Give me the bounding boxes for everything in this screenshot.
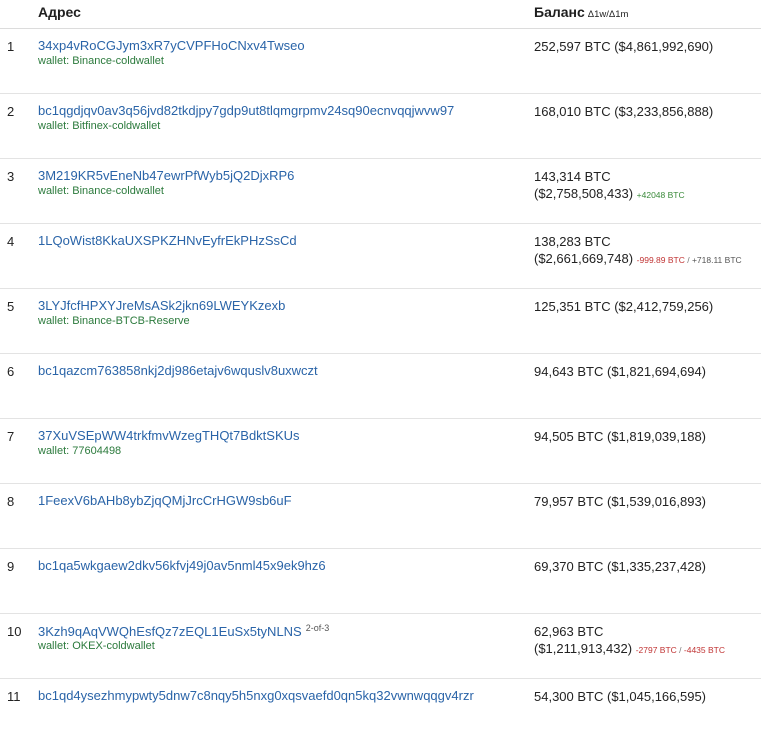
address-link[interactable]: 37XuVSEpWW4trkfmvWzegTHQt7BdktSKUs: [38, 428, 300, 443]
table-row: 11 bc1qd4ysezhmypwty5dnw7c8nqy5h5nxg0xqs…: [0, 679, 761, 719]
balance-btc: 62,963 BTC: [534, 624, 604, 639]
balance-header-label: Баланс: [534, 4, 585, 20]
table-row: 1 34xp4vRoCGJym3xR7yCVPFHoCNxv4Twseo wal…: [0, 29, 761, 94]
change-1w: +42048 BTC: [636, 190, 685, 200]
address-link[interactable]: bc1qd4ysezhmypwty5dnw7c8nqy5h5nxg0xqsvae…: [38, 688, 474, 703]
balance-value: 138,283 BTC ($2,661,669,748) -999.89 BTC…: [534, 233, 742, 269]
address-column-header[interactable]: Адрес: [38, 4, 81, 20]
change-separator: /: [684, 255, 692, 265]
balance-value: 125,351 BTC ($2,412,759,256): [534, 299, 714, 314]
rank-number: 11: [7, 689, 21, 704]
table-row: 6 bc1qazcm763858nkj2dj986etajv6wquslv8ux…: [0, 354, 761, 419]
balance-usd: ($2,758,508,433): [534, 186, 634, 201]
address-link[interactable]: 34xp4vRoCGJym3xR7yCVPFHoCNxv4Twseo: [38, 38, 305, 53]
rank-number: 1: [7, 39, 15, 54]
address-link[interactable]: bc1qa5wkgaew2dkv56kfvj49j0av5nml45x9ek9h…: [38, 558, 326, 573]
table-row: 8 1FeexV6bAHb8ybZjqQMjJrcCrHGW9sb6uF 79,…: [0, 484, 761, 549]
table-row: 7 37XuVSEpWW4trkfmvWzegTHQt7BdktSKUs wal…: [0, 419, 761, 484]
rank-number: 9: [7, 559, 15, 574]
wallet-label: wallet: OKEX-coldwallet: [38, 640, 155, 652]
rank-number: 2: [7, 104, 15, 119]
balance-value: 79,957 BTC ($1,539,016,893): [534, 494, 707, 509]
address-link[interactable]: 1FeexV6bAHb8ybZjqQMjJrcCrHGW9sb6uF: [38, 493, 292, 508]
change-1m: -4435 BTC: [683, 645, 725, 655]
wallet-label: wallet: Bitfinex-coldwallet: [38, 120, 161, 132]
address-link[interactable]: bc1qazcm763858nkj2dj986etajv6wquslv8uxwc…: [38, 363, 318, 378]
table-header: Адрес Баланс Δ1w/Δ1m: [0, 0, 761, 29]
change-1m: +718.11 BTC: [691, 255, 742, 265]
table-row: 5 3LYJfcfHPXYJreMsASk2jkn69LWEYKzexb wal…: [0, 289, 761, 354]
rank-number: 7: [7, 429, 15, 444]
rich-list-table: Адрес Баланс Δ1w/Δ1m 1 34xp4vRoCGJym3xR7y…: [0, 0, 761, 719]
wallet-label: wallet: Binance-coldwallet: [38, 185, 164, 197]
wallet-label: wallet: Binance-coldwallet: [38, 55, 164, 67]
wallet-label: wallet: Binance-BTCB-Reserve: [38, 315, 190, 327]
balance-column-header[interactable]: Баланс Δ1w/Δ1m: [534, 4, 628, 20]
address-link[interactable]: 3LYJfcfHPXYJreMsASk2jkn69LWEYKzexb: [38, 298, 285, 313]
multisig-label: 2-of-3: [305, 623, 330, 633]
balance-value: 69,370 BTC ($1,335,237,428): [534, 559, 707, 574]
change-1w: -2797 BTC: [635, 645, 677, 655]
balance-usd: ($2,661,669,748): [534, 251, 634, 266]
balance-usd: ($1,211,913,432): [534, 641, 633, 656]
address-cell: 3Kzh9qAqVWQhEsfQz7zEQL1EuSx5tyNLNS 2-of-3: [38, 623, 329, 639]
rank-number: 10: [7, 624, 22, 639]
rank-number: 6: [7, 364, 15, 379]
balance-value: 252,597 BTC ($4,861,992,690): [534, 39, 714, 54]
balance-btc: 143,314 BTC: [534, 169, 611, 184]
rank-number: 4: [7, 234, 15, 249]
balance-btc: 138,283 BTC: [534, 234, 611, 249]
address-link[interactable]: 3Kzh9qAqVWQhEsfQz7zEQL1EuSx5tyNLNS: [38, 624, 302, 639]
table-row: 3 3M219KR5vEneNb47ewrPfWyb5jQ2DjxRP6 wal…: [0, 159, 761, 224]
table-row: 4 1LQoWist8KkaUXSPKZHNvEyfrEkPHzSsCd 138…: [0, 224, 761, 289]
table-row: 2 bc1qgdjqv0av3q56jvd82tkdjpy7gdp9ut8tlq…: [0, 94, 761, 159]
balance-value: 94,505 BTC ($1,819,039,188): [534, 429, 707, 444]
balance-value: 54,300 BTC ($1,045,166,595): [534, 689, 707, 704]
balance-value: 168,010 BTC ($3,233,856,888): [534, 104, 714, 119]
table-row: 9 bc1qa5wkgaew2dkv56kfvj49j0av5nml45x9ek…: [0, 549, 761, 614]
rank-number: 3: [7, 169, 15, 184]
balance-value: 62,963 BTC ($1,211,913,432) -2797 BTC / …: [534, 623, 725, 659]
balance-value: 94,643 BTC ($1,821,694,694): [534, 364, 707, 379]
address-link[interactable]: 3M219KR5vEneNb47ewrPfWyb5jQ2DjxRP6: [38, 168, 294, 183]
wallet-label: wallet: 77604498: [38, 445, 122, 457]
rank-number: 8: [7, 494, 15, 509]
balance-value: 143,314 BTC ($2,758,508,433) +42048 BTC: [534, 168, 685, 204]
table-row: 10 3Kzh9qAqVWQhEsfQz7zEQL1EuSx5tyNLNS 2-o…: [0, 614, 761, 679]
change-separator: /: [676, 645, 684, 655]
address-link[interactable]: bc1qgdjqv0av3q56jvd82tkdjpy7gdp9ut8tlqmg…: [38, 103, 454, 118]
change-1w: -999.89 BTC: [636, 255, 685, 265]
delta-header-label: Δ1w/Δ1m: [587, 9, 629, 20]
address-link[interactable]: 1LQoWist8KkaUXSPKZHNvEyfrEkPHzSsCd: [38, 233, 297, 248]
rank-number: 5: [7, 299, 15, 314]
